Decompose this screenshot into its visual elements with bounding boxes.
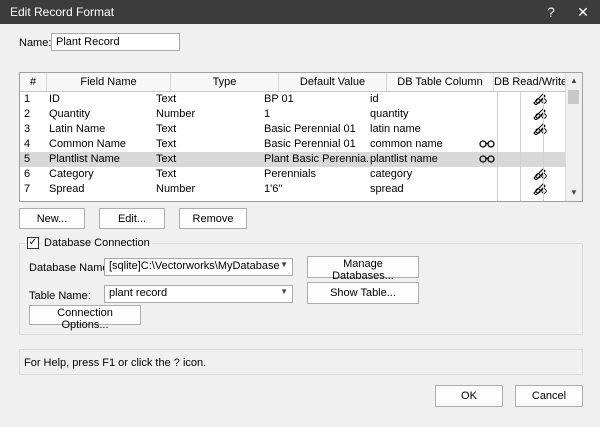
cell-field-name: Latin Name [49,123,106,135]
pencil-glasses-icon[interactable] [532,168,548,183]
pencil-glasses-icon[interactable] [532,108,548,123]
column-header-db-table-column[interactable]: DB Table Column [387,73,494,91]
cell-field-name: Common Name [49,138,127,150]
cell-field-name: ID [49,93,60,105]
help-text: For Help, press F1 or click the ? icon. [24,357,207,369]
cell-number: 2 [24,108,31,120]
cell-db-table-column: spread [370,183,404,195]
manage-databases-button[interactable]: Manage Databases... [307,256,419,282]
new-button[interactable]: New... [19,208,85,229]
pencil-glasses-icon[interactable] [532,93,548,108]
cell-type: Text [156,168,177,180]
cell-db-table-column: plantlist name [370,153,438,165]
window-title: Edit Record Format [10,5,115,19]
cell-type: Text [156,93,177,105]
ok-button[interactable]: OK [435,385,503,407]
cell-number: 3 [24,123,31,135]
cell-number: 4 [24,138,31,150]
scroll-thumb[interactable] [568,90,579,104]
cell-number: 1 [24,93,31,105]
database-name-dropdown[interactable]: [sqlite]C:\Vectorworks\MyDatabase ▼ [104,258,293,276]
pencil-glasses-icon[interactable] [532,183,548,198]
table-row[interactable]: 6 Category Text Perennials category [20,167,567,182]
database-name-value: [sqlite]C:\Vectorworks\MyDatabase [109,260,280,272]
column-header-default-value[interactable]: Default Value [279,73,387,91]
table-row[interactable]: 2 Quantity Number 1 quantity [20,107,567,122]
cell-db-table-column: latin name [370,123,421,135]
cell-default-value: 1 [264,108,271,120]
close-icon[interactable]: ✕ [568,0,598,24]
cell-number: 7 [24,183,31,195]
cell-field-name: Category [49,168,94,180]
help-icon[interactable]: ? [536,0,566,24]
database-connection-label: Database Connection [42,237,152,249]
table-row[interactable]: 4 Common Name Text Basic Perennial 01 common… [20,137,567,152]
database-connection-checkbox[interactable]: ✓ [27,237,39,249]
show-table-button[interactable]: Show Table... [307,282,419,304]
cell-db-table-column: id [370,93,379,105]
name-input[interactable]: Plant Record [51,33,180,51]
cell-type: Number [156,183,196,195]
cell-db-table-column: quantity [370,108,409,120]
cell-field-name: Spread [49,183,85,195]
help-box: For Help, press F1 or click the ? icon. [19,349,583,375]
cell-type: Text [156,138,177,150]
table-row[interactable]: 1 ID Text BP 01 id [20,92,567,107]
cell-default-value: 1'6" [264,183,283,195]
table-name-value: plant record [109,287,168,299]
pencil-glasses-icon[interactable] [532,123,548,138]
column-header-field-name[interactable]: Field Name [47,73,171,91]
fields-table: # Field Name Type Default Value DB Table… [19,72,583,202]
cell-default-value: Basic Perennial 01 [264,123,356,135]
cell-number: 5 [24,153,31,165]
table-row[interactable]: 5 Plantlist Name Text Plant Basic Perennia.… [20,152,567,167]
cell-default-value: BP 01 [264,93,294,105]
cell-default-value: Basic Perennial 01 [264,138,356,150]
column-header-number[interactable]: # [20,73,47,91]
table-scrollbar[interactable]: ▲ ▼ [565,73,582,201]
chevron-down-icon: ▼ [280,260,288,269]
cell-number: 6 [24,168,31,180]
connection-options-button[interactable]: Connection Options... [29,305,141,331]
table-name-label: Table Name: [29,290,91,302]
edit-button[interactable]: Edit... [99,208,165,229]
table-name-dropdown[interactable]: plant record ▼ [104,285,293,303]
scroll-down-icon[interactable]: ▼ [566,185,582,201]
column-header-db-read-write[interactable]: DB Read/Write [494,73,567,91]
name-label: Name: [19,37,52,49]
cell-field-name: Quantity [49,108,90,120]
cancel-button[interactable]: Cancel [515,385,583,407]
database-name-label: Database Name: [29,262,112,274]
cell-default-value: Perennials [264,168,316,180]
title-bar: Edit Record Format ? ✕ [0,0,600,24]
cell-db-table-column: common name [370,138,443,150]
column-header-type[interactable]: Type [171,73,279,91]
chevron-down-icon: ▼ [280,287,288,296]
cell-db-table-column: category [370,168,413,180]
remove-button[interactable]: Remove [179,208,247,229]
scroll-up-icon[interactable]: ▲ [566,73,582,89]
cell-field-name: Plantlist Name [49,153,120,165]
cell-type: Number [156,108,196,120]
table-header: # Field Name Type Default Value DB Table… [20,73,567,92]
cell-default-value: Plant Basic Perennia... [264,153,368,165]
cell-type: Text [156,153,177,165]
table-row[interactable]: 7 Spread Number 1'6" spread [20,182,567,197]
cell-type: Text [156,123,177,135]
table-row[interactable]: 3 Latin Name Text Basic Perennial 01 latin n… [20,122,567,137]
